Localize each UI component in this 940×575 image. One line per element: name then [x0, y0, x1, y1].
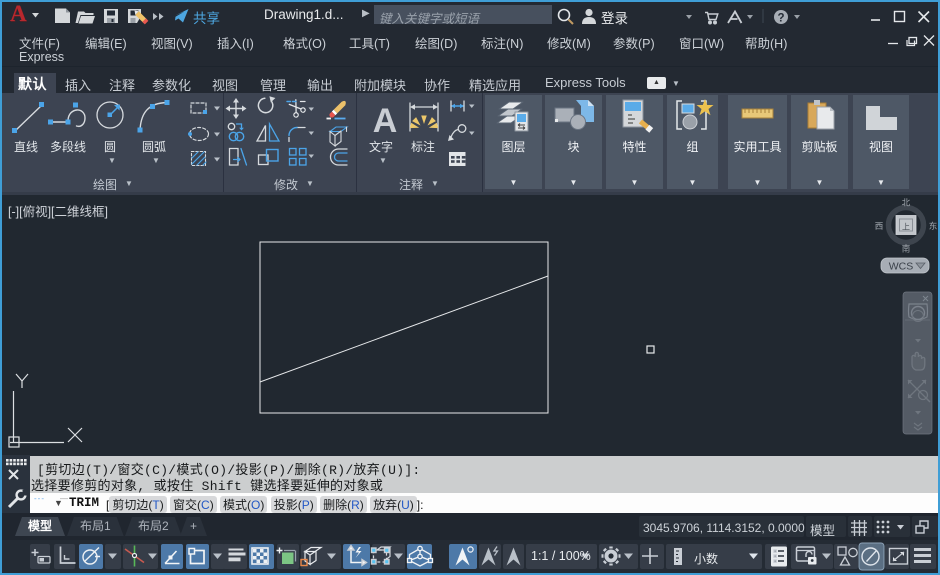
svg-text:南: 南	[902, 244, 911, 254]
svg-text:北: 北	[902, 198, 911, 208]
svg-text:东: 东	[929, 221, 938, 231]
svg-text:WCS: WCS	[889, 261, 914, 273]
svg-text:?: ?	[777, 13, 784, 25]
svg-text:西: 西	[875, 221, 884, 231]
svg-text:上: 上	[902, 223, 910, 232]
svg-text:A: A	[373, 102, 398, 140]
